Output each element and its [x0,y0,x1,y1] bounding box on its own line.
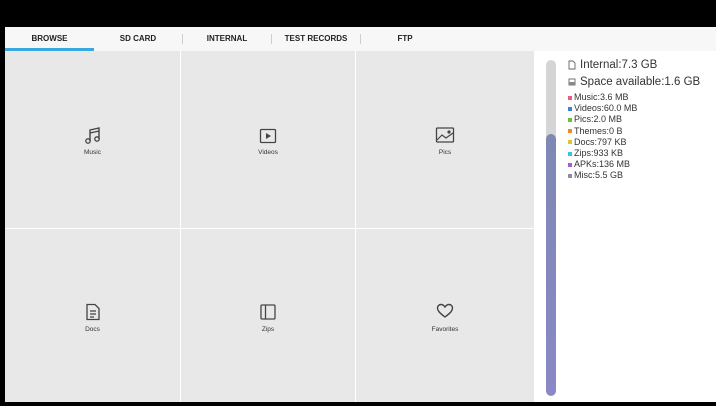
storage-item-label: Themes:0 B [574,125,623,136]
category-label: Pics [438,149,452,156]
space-available-row: Space available:1.6 GB [568,75,716,89]
internal-storage-icon [568,60,576,70]
storage-item-label: Docs:797 KB [574,136,627,147]
storage-item-label: Music:3.6 MB [574,92,629,102]
category-label: Music [84,149,101,156]
color-swatch [568,162,572,167]
document-icon [85,303,100,321]
color-swatch [568,140,572,145]
category-favorites[interactable]: Favorites [356,229,534,402]
category-label: Favorites [431,326,459,333]
space-available-text: Space available:1.6 GB [580,76,701,88]
category-docs[interactable]: Docs [5,229,180,402]
image-icon [435,127,455,143]
storage-item-label: Zips:933 KB [574,148,624,159]
color-swatch [568,151,572,156]
category-music[interactable]: Music [5,51,180,228]
archive-icon [260,304,276,320]
tab-ftp[interactable]: FTP [361,27,449,51]
tab-internal[interactable]: INTERNAL [183,27,271,51]
storage-item: Pics:2.0 MB [568,114,716,125]
color-swatch [568,129,572,134]
play-icon [259,128,277,144]
tab-test-records[interactable]: TEST RECORDS [272,27,360,51]
storage-item-label: APKs:136 MB [574,159,631,170]
storage-item: APKs:136 MB [568,159,716,170]
category-videos[interactable]: Videos [181,51,355,228]
tab-bar: BROWSE SD CARD INTERNAL TEST RECORDS FTP [5,27,716,51]
category-grid: Music Videos Pics Docs Zips Favorites [5,51,534,402]
category-zips[interactable]: Zips [181,229,355,402]
bottom-bezel [0,402,716,406]
storage-breakdown-list: Music:3.6 MB Videos:60.0 MB Pics:2.0 MB The… [568,92,716,182]
color-swatch [568,118,572,122]
storage-usage-fill [546,133,556,396]
storage-item: Docs:797 KB [568,137,716,148]
storage-item-label: Misc:5.5 GB [574,170,624,181]
color-swatch [568,95,572,100]
tab-browse[interactable]: BROWSE [5,27,94,51]
storage-item: Music:3.6 MB [568,92,716,103]
storage-item-label: Videos:60.0 MB [574,103,638,114]
storage-item: Misc:5.5 GB [568,170,716,181]
category-label: Videos [258,149,278,156]
color-swatch [568,174,572,179]
music-note-icon [84,127,100,144]
storage-drive-icon [568,78,576,86]
content-area: Music Videos Pics Docs Zips Favorites In… [5,51,716,402]
storage-item: Videos:60.0 MB [568,103,716,114]
heart-icon [436,303,454,318]
internal-storage-text: Internal:7.3 GB [580,59,658,71]
storage-item: Themes:0 B [568,126,716,137]
storage-usage-bar [546,60,556,396]
tab-sd-card[interactable]: SD CARD [94,27,182,51]
category-label: Docs [85,326,100,333]
status-bar [0,0,716,27]
category-label: Zips [261,326,275,333]
storage-info-panel: Internal:7.3 GB Space available:1.6 GB M… [568,58,716,182]
storage-item-label: Pics:2.0 MB [574,114,623,125]
color-swatch [568,106,572,111]
internal-storage-row: Internal:7.3 GB [568,58,716,72]
category-pics[interactable]: Pics [356,51,534,228]
storage-item: Zips:933 KB [568,148,716,159]
